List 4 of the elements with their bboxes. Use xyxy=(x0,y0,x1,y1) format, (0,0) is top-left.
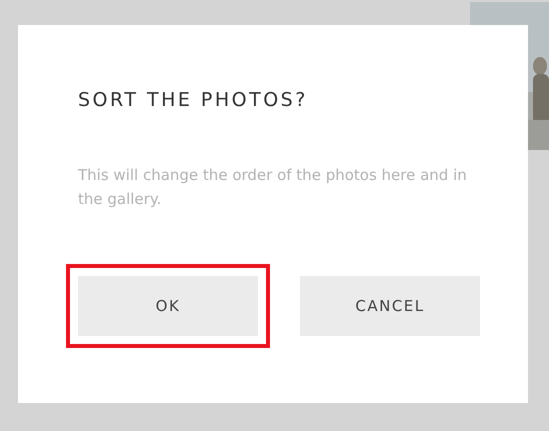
dialog-message: This will change the order of the photos here and in the gallery. xyxy=(78,165,468,210)
cancel-button[interactable]: CANCEL xyxy=(300,276,480,336)
ok-button[interactable]: OK xyxy=(78,276,258,336)
dialog-title: SORT THE PHOTOS? xyxy=(78,89,309,111)
